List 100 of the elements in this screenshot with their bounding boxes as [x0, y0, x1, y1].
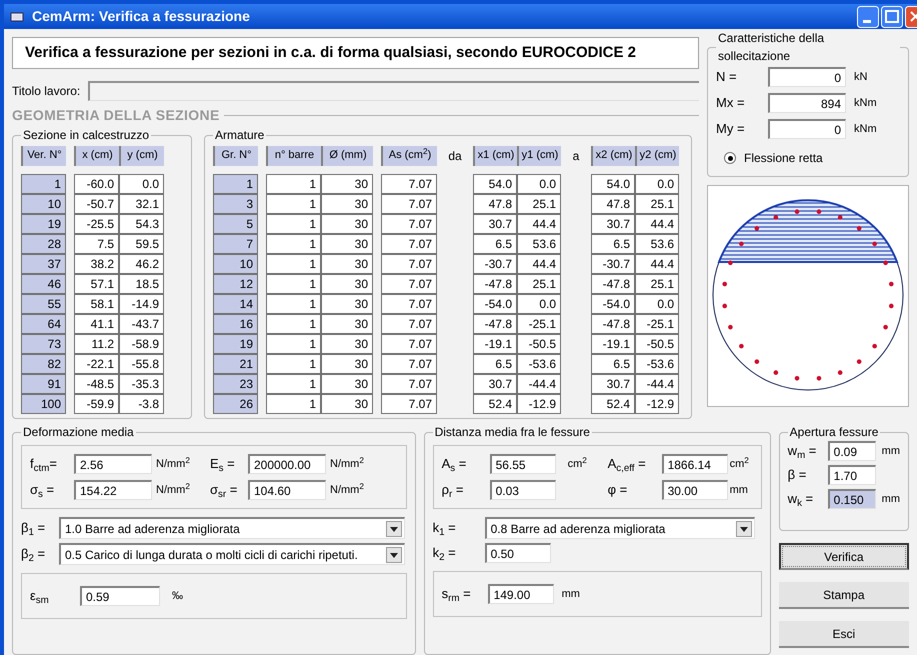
table-cell[interactable]: 7.07	[381, 374, 437, 394]
table-cell[interactable]: 30.7	[591, 214, 635, 234]
table-cell[interactable]: 7.07	[381, 194, 437, 214]
table-cell[interactable]: 0.0	[635, 174, 679, 194]
table-cell[interactable]: 25.1	[517, 194, 561, 214]
dropdown[interactable]: 0.5 Carico di lunga durata o molti cicli di carichi ripetuti.	[59, 543, 405, 565]
table-cell[interactable]: 54.0	[591, 174, 635, 194]
table-cell[interactable]: 53.6	[635, 234, 679, 254]
table-cell[interactable]: 1	[266, 374, 321, 394]
input-field[interactable]: 0.03	[490, 480, 556, 500]
table-cell[interactable]: 59.5	[119, 234, 164, 254]
table-cell[interactable]: 0.0	[517, 174, 561, 194]
table-cell[interactable]: 30.7	[473, 214, 517, 234]
table-cell[interactable]: 6.5	[473, 354, 517, 374]
table-cell[interactable]: -14.9	[119, 294, 164, 314]
table-cell[interactable]: 30	[321, 294, 373, 314]
table-cell[interactable]: 7.07	[381, 294, 437, 314]
table-cell[interactable]: 54.3	[119, 214, 164, 234]
table-cell[interactable]: -53.6	[517, 354, 561, 374]
table-cell[interactable]: -54.0	[473, 294, 517, 314]
table-cell[interactable]: 6.5	[591, 354, 635, 374]
table-cell[interactable]: 38.2	[74, 254, 119, 274]
input-field[interactable]: 0	[768, 119, 846, 139]
table-cell[interactable]: 25.1	[635, 274, 679, 294]
table-cell[interactable]: -60.0	[74, 174, 119, 194]
table-cell[interactable]: 44.4	[517, 214, 561, 234]
close-icon[interactable]	[905, 6, 917, 28]
input-field[interactable]: 149.00	[488, 584, 554, 604]
table-cell[interactable]: 25.1	[635, 194, 679, 214]
table-cell[interactable]: -22.1	[74, 354, 119, 374]
table-cell[interactable]: 1	[266, 294, 321, 314]
table-cell[interactable]: 1	[266, 214, 321, 234]
table-cell[interactable]: 7.07	[381, 234, 437, 254]
table-cell[interactable]: -44.4	[635, 374, 679, 394]
table-cell[interactable]: -44.4	[517, 374, 561, 394]
input-field[interactable]: 0.09	[828, 441, 876, 461]
table-cell[interactable]: -30.7	[591, 254, 635, 274]
maximize-icon[interactable]	[881, 6, 903, 28]
action-button[interactable]: Esci	[778, 621, 909, 648]
table-cell[interactable]: 30	[321, 374, 373, 394]
table-cell[interactable]: 0.0	[119, 174, 164, 194]
input-field[interactable]: 30.00	[662, 480, 728, 500]
action-button[interactable]: Stampa	[778, 582, 909, 609]
table-cell[interactable]: 7.07	[381, 314, 437, 334]
table-cell[interactable]: 46.2	[119, 254, 164, 274]
table-cell[interactable]: -50.5	[517, 334, 561, 354]
table-cell[interactable]: 30	[321, 214, 373, 234]
table-cell[interactable]: 30	[321, 354, 373, 374]
table-cell[interactable]: 1	[266, 194, 321, 214]
input-field[interactable]: 0.150	[828, 489, 876, 509]
table-cell[interactable]: 7.07	[381, 354, 437, 374]
table-cell[interactable]: 1	[266, 394, 321, 414]
table-cell[interactable]: 18.5	[119, 274, 164, 294]
table-cell[interactable]: 30	[321, 274, 373, 294]
table-cell[interactable]: 52.4	[473, 394, 517, 414]
input-field[interactable]: 154.22	[74, 480, 152, 500]
input-field[interactable]: 56.55	[490, 454, 556, 474]
table-cell[interactable]: -48.5	[74, 374, 119, 394]
table-cell[interactable]: 6.5	[473, 234, 517, 254]
table-cell[interactable]: -47.8	[473, 274, 517, 294]
table-cell[interactable]: 7.07	[381, 214, 437, 234]
table-cell[interactable]: 7.07	[381, 174, 437, 194]
table-cell[interactable]: -54.0	[591, 294, 635, 314]
table-cell[interactable]: 44.4	[517, 254, 561, 274]
table-cell[interactable]: -47.8	[591, 274, 635, 294]
table-cell[interactable]: 44.4	[635, 254, 679, 274]
table-cell[interactable]: 25.1	[517, 274, 561, 294]
input-field[interactable]: 894	[768, 93, 846, 113]
table-cell[interactable]: 30	[321, 174, 373, 194]
table-cell[interactable]: 52.4	[591, 394, 635, 414]
dropdown[interactable]: 0.8 Barre ad aderenza migliorata	[484, 517, 755, 539]
table-cell[interactable]: 6.5	[591, 234, 635, 254]
input-field[interactable]: 1.70	[828, 465, 876, 485]
table-cell[interactable]: 30	[321, 394, 373, 414]
table-cell[interactable]: 30	[321, 234, 373, 254]
table-cell[interactable]: 41.1	[74, 314, 119, 334]
table-cell[interactable]: 57.1	[74, 274, 119, 294]
table-cell[interactable]: -43.7	[119, 314, 164, 334]
table-cell[interactable]: -19.1	[473, 334, 517, 354]
table-cell[interactable]: 44.4	[635, 214, 679, 234]
table-cell[interactable]: 0.0	[517, 294, 561, 314]
table-cell[interactable]: 30	[321, 194, 373, 214]
table-cell[interactable]: -19.1	[591, 334, 635, 354]
table-cell[interactable]: -25.1	[517, 314, 561, 334]
table-cell[interactable]: 1	[266, 314, 321, 334]
table-cell[interactable]: 1	[266, 334, 321, 354]
table-cell[interactable]: 0.0	[635, 294, 679, 314]
table-cell[interactable]: 58.1	[74, 294, 119, 314]
input-field[interactable]: 104.60	[248, 480, 326, 500]
table-cell[interactable]: -25.1	[635, 314, 679, 334]
input-field[interactable]: 2.56	[74, 454, 152, 474]
table-cell[interactable]: 1	[266, 254, 321, 274]
table-cell[interactable]: -53.6	[635, 354, 679, 374]
table-cell[interactable]: 11.2	[74, 334, 119, 354]
table-cell[interactable]: 7.5	[74, 234, 119, 254]
table-cell[interactable]: 7.07	[381, 254, 437, 274]
input-field[interactable]: 0.59	[80, 586, 160, 606]
input-field[interactable]: 0.50	[484, 543, 551, 563]
minimize-icon[interactable]	[857, 6, 879, 28]
table-cell[interactable]: 30	[321, 314, 373, 334]
